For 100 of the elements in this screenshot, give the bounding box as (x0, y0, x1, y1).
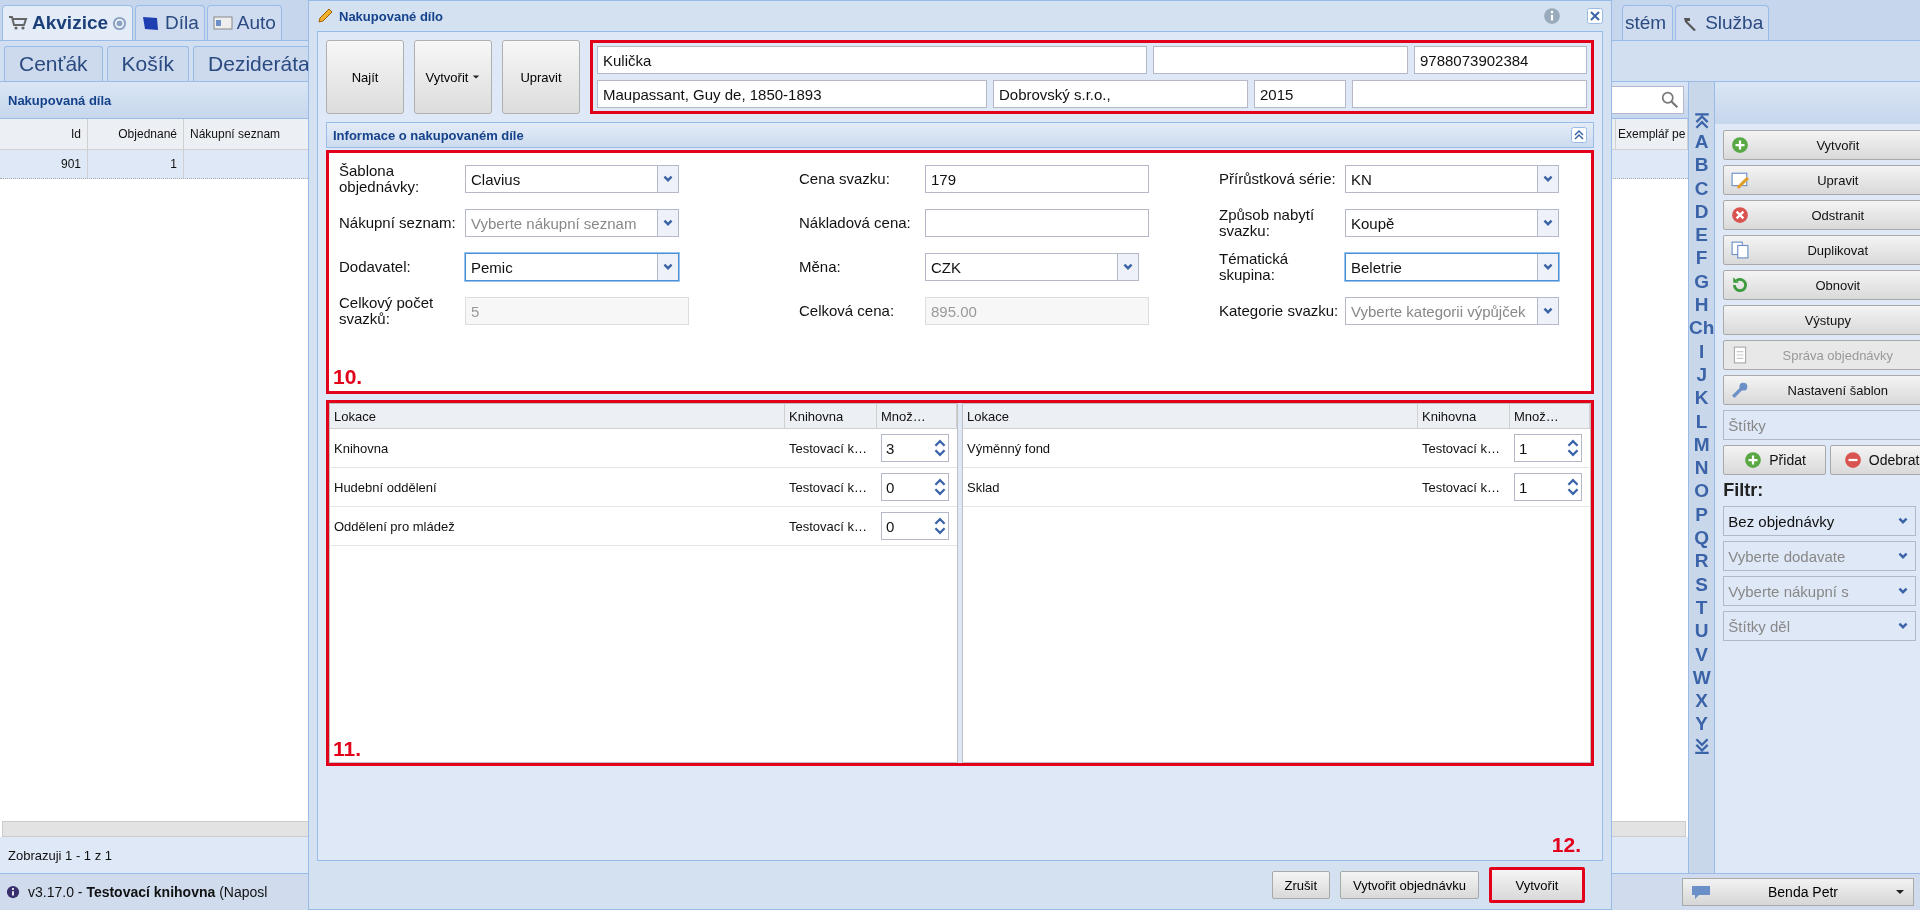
toolbar-button[interactable]: Upravit (502, 40, 580, 114)
collapse-icon[interactable] (1571, 127, 1587, 143)
alphabet-letter[interactable]: N (1694, 457, 1709, 480)
dropdown-field[interactable]: Beletrie (1345, 253, 1559, 281)
column-header[interactable]: Id (0, 119, 88, 149)
alphabet-letter[interactable]: A (1694, 131, 1709, 154)
column-header[interactable]: Lokace (963, 404, 1418, 428)
action-button[interactable]: Duplikovat (1723, 235, 1920, 265)
field-label: Nákupní seznam: (339, 215, 457, 231)
column-header[interactable]: Lokace (330, 404, 785, 428)
alphabet-letter[interactable]: H (1694, 294, 1709, 317)
alphabet-letter[interactable]: T (1695, 596, 1708, 620)
table-cell-text: Knihovna (333, 440, 390, 456)
alphabet-letter[interactable]: P (1695, 503, 1708, 527)
dropdown-field[interactable]: Vyberte nákupní seznam (465, 209, 679, 237)
column-header[interactable]: Množ… (1510, 404, 1590, 428)
action-button[interactable]: Odstranit (1723, 200, 1920, 230)
alphabet-letter[interactable]: V (1695, 643, 1708, 666)
text-field[interactable]: 179 (925, 165, 1149, 193)
dropdown-field[interactable]: Vyberte kategorii výpůjček (1345, 297, 1559, 325)
scroll-bottom-icon[interactable] (1692, 736, 1711, 755)
alphabet-letter[interactable]: G (1694, 270, 1710, 294)
text-field[interactable]: Dobrovský s.r.o., (993, 80, 1248, 108)
text-field[interactable] (1153, 46, 1408, 74)
alphabet-letter[interactable]: E (1695, 224, 1708, 247)
alphabet-letter[interactable]: U (1694, 620, 1709, 643)
alphabet-letter[interactable]: B (1694, 154, 1709, 177)
dropdown-field[interactable]: Clavius (465, 165, 679, 193)
alphabet-letter[interactable]: X (1695, 690, 1708, 713)
plus-icon (1730, 136, 1751, 154)
alphabet-letter[interactable]: M (1693, 433, 1710, 457)
quantity-spinner[interactable]: 0 (881, 512, 949, 540)
alphabet-letter[interactable]: O (1694, 480, 1710, 503)
field-label: Šablona objednávky: (339, 163, 421, 195)
alphabet-letter[interactable]: Ch (1689, 317, 1715, 340)
alphabet-letter[interactable]: I (1699, 340, 1705, 363)
quantity-spinner[interactable]: 3 (881, 434, 949, 462)
action-button[interactable]: Obnovit (1723, 270, 1920, 300)
module-tab[interactable]: Díla (135, 5, 205, 40)
dropdown-field[interactable]: Pemic (465, 253, 679, 281)
text-field[interactable] (1352, 80, 1587, 108)
module-tab[interactable]: stém (1621, 5, 1674, 40)
scroll-top-icon[interactable] (1692, 112, 1711, 130)
toolbar-button[interactable]: Najít (326, 40, 404, 114)
field-label: Kategorie svazku: (1219, 303, 1340, 319)
column-header[interactable]: Knihovna (1418, 404, 1510, 428)
text-field[interactable]: 2015 (1254, 80, 1346, 108)
text-field[interactable]: Kulička (597, 46, 1147, 74)
close-icon[interactable] (1587, 8, 1603, 24)
alphabet-letter[interactable]: C (1694, 177, 1709, 200)
field-label: Cena svazku: (799, 171, 891, 187)
action-button[interactable]: Vytvořit (1723, 130, 1920, 160)
alphabet-letter[interactable]: Q (1694, 527, 1710, 550)
section-title: Informace o nakupovaném díle (333, 127, 524, 143)
action-button[interactable]: Nastavení šablon (1723, 375, 1920, 405)
alphabet-letter[interactable]: R (1694, 550, 1709, 573)
dialog-button[interactable]: Vytvořit (1489, 867, 1585, 903)
alphabet-letter[interactable]: K (1694, 387, 1709, 410)
dropdown-field[interactable]: Koupě (1345, 209, 1559, 237)
sub-tab[interactable]: Košík (106, 46, 190, 81)
toolbar-button[interactable]: Vytvořit (414, 40, 492, 114)
field-label: Přírůstková série: (1219, 171, 1337, 187)
alphabet-letter[interactable]: W (1692, 666, 1711, 690)
column-header[interactable]: Exemplář pe (1616, 119, 1688, 149)
dropdown-field[interactable]: KN (1345, 165, 1559, 193)
quantity-spinner[interactable]: 1 (1514, 434, 1582, 462)
text-field[interactable] (925, 209, 1149, 237)
alphabet-letter[interactable]: Y (1695, 713, 1708, 736)
alphabet-letter[interactable]: S (1695, 573, 1708, 596)
filter-combo[interactable]: Bez objednávky (1723, 506, 1917, 536)
quantity-spinner[interactable]: 1 (1514, 473, 1582, 501)
info-icon (6, 885, 20, 899)
alphabet-letter[interactable]: J (1696, 363, 1707, 387)
tag-button[interactable]: Přidat (1723, 445, 1826, 475)
column-header[interactable]: Množ… (877, 404, 957, 428)
dialog-button[interactable]: Vytvořit objednávku (1340, 871, 1479, 899)
text-field[interactable]: 9788073902384 (1414, 46, 1587, 74)
alphabet-letter[interactable]: D (1694, 200, 1709, 224)
version-info: v3.17.0 - Testovací knihovna (Naposl (28, 884, 268, 900)
tag-button[interactable]: Odebrat (1829, 445, 1920, 475)
dropdown-field[interactable]: CZK (925, 253, 1139, 281)
alphabet-letter[interactable]: F (1695, 247, 1708, 270)
module-tab[interactable]: Akvizice (2, 5, 134, 40)
action-button[interactable]: Výstupy (1723, 305, 1920, 335)
alphabet-letter[interactable]: L (1695, 410, 1708, 433)
quantity-spinner[interactable]: 0 (881, 473, 949, 501)
user-menu-button[interactable]: Benda Petr (1682, 878, 1914, 906)
table-cell-text: Testovací k… (1421, 479, 1502, 495)
module-tab[interactable]: Služba (1675, 5, 1770, 40)
filter-label: Filtr: (1723, 480, 1765, 501)
table-cell-text: Testovací k… (1421, 440, 1502, 456)
help-icon[interactable] (112, 15, 128, 31)
column-header[interactable]: Knihovna (785, 404, 877, 428)
column-header[interactable]: Objednané (88, 119, 184, 149)
tags-field[interactable]: Štítky (1723, 410, 1920, 440)
text-field[interactable]: Maupassant, Guy de, 1850-1893 (597, 80, 987, 108)
action-button[interactable]: Upravit (1723, 165, 1920, 195)
module-tab[interactable]: Auto (206, 5, 282, 40)
dialog-button[interactable]: Zrušit (1271, 871, 1330, 899)
sub-tab[interactable]: Cenťák (4, 46, 103, 81)
